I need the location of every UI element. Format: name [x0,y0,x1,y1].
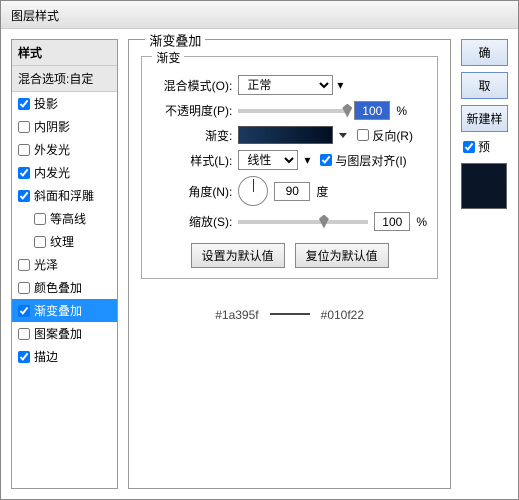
new-style-button[interactable]: 新建样 [461,105,508,132]
align-checkbox[interactable]: 与图层对齐(I) [320,152,406,169]
style-checkbox[interactable] [18,328,30,340]
opacity-label: 不透明度(P): [152,102,232,119]
style-label: 图案叠加 [34,325,82,342]
gradient-hex-note: #1a395f #010f22 [141,303,438,324]
style-item-5[interactable]: 等高线 [12,207,117,230]
style-checkbox[interactable] [18,98,30,110]
style-item-4[interactable]: 斜面和浮雕 [12,184,117,207]
percent-label: % [396,104,407,118]
blend-mode-select[interactable]: 正常 [238,75,333,95]
style-checkbox[interactable] [18,259,30,271]
style-item-8[interactable]: 颜色叠加 [12,276,117,299]
chevron-down-icon[interactable] [339,133,347,138]
style-checkbox[interactable] [18,351,30,363]
blending-options-row[interactable]: 混合选项:自定 [12,66,117,92]
opacity-input[interactable] [354,101,390,120]
layer-style-dialog: 图层样式 样式 混合选项:自定 投影内阴影外发光内发光斜面和浮雕等高线纹理光泽颜… [0,0,519,500]
titlebar[interactable]: 图层样式 [1,1,518,29]
line-icon [270,313,310,315]
gradient-overlay-panel: 渐变叠加 渐变 混合模式(O): 正常 ▾ 不透明度(P): % 渐变: [128,39,451,489]
style-item-7[interactable]: 光泽 [12,253,117,276]
group-title: 渐变 [152,49,184,66]
cancel-button[interactable]: 取 [461,72,508,99]
style-label: 等高线 [50,210,86,227]
styles-list-panel: 样式 混合选项:自定 投影内阴影外发光内发光斜面和浮雕等高线纹理光泽颜色叠加渐变… [11,39,118,489]
angle-input[interactable] [274,182,310,201]
style-label: 斜面和浮雕 [34,187,94,204]
gradient-preview[interactable] [238,126,333,144]
style-label: 颜色叠加 [34,279,82,296]
style-item-11[interactable]: 描边 [12,345,117,368]
preview-check-input[interactable] [463,141,475,153]
scale-slider[interactable] [238,220,368,224]
styles-header: 样式 [12,40,117,66]
chevron-down-icon[interactable]: ▾ [304,153,310,167]
style-checkbox[interactable] [18,144,30,156]
reverse-check-input[interactable] [357,129,369,141]
dialog-content: 样式 混合选项:自定 投影内阴影外发光内发光斜面和浮雕等高线纹理光泽颜色叠加渐变… [1,29,518,499]
hex-1: #1a395f [215,308,258,322]
style-label: 投影 [34,95,58,112]
style-label: 光泽 [34,256,58,273]
angle-label: 角度(N): [152,183,232,200]
gradient-style-select[interactable]: 线性 [238,150,298,170]
style-item-0[interactable]: 投影 [12,92,117,115]
style-item-10[interactable]: 图案叠加 [12,322,117,345]
gradient-group: 渐变 混合模式(O): 正常 ▾ 不透明度(P): % 渐变: [141,56,438,279]
style-checkbox[interactable] [34,213,46,225]
dialog-buttons: 确 取 新建样 预 [461,39,508,489]
reset-default-button[interactable]: 复位为默认值 [295,243,389,268]
hex-2: #010f22 [321,308,364,322]
angle-dial[interactable] [238,176,268,206]
style-checkbox[interactable] [18,305,30,317]
preview-checkbox[interactable]: 预 [463,138,508,155]
style-item-2[interactable]: 外发光 [12,138,117,161]
scale-input[interactable] [374,212,410,231]
ok-button[interactable]: 确 [461,39,508,66]
style-item-9[interactable]: 渐变叠加 [12,299,117,322]
opacity-slider[interactable] [238,109,348,113]
style-item-6[interactable]: 纹理 [12,230,117,253]
style-checkbox[interactable] [18,167,30,179]
style-label: 渐变叠加 [34,302,82,319]
style-item-1[interactable]: 内阴影 [12,115,117,138]
style-label: 纹理 [50,233,74,250]
style-label: 内阴影 [34,118,70,135]
style-checkbox[interactable] [18,190,30,202]
scale-label: 缩放(S): [152,213,232,230]
set-default-button[interactable]: 设置为默认值 [191,243,285,268]
chevron-down-icon[interactable]: ▾ [337,78,343,92]
percent-label: % [416,215,427,229]
align-check-input[interactable] [320,154,332,166]
style-item-3[interactable]: 内发光 [12,161,117,184]
preview-swatch [461,163,507,209]
panel-title: 渐变叠加 [145,31,205,50]
style-label: 描边 [34,348,58,365]
reverse-checkbox[interactable]: 反向(R) [357,127,413,144]
window-title: 图层样式 [11,9,59,23]
degree-label: 度 [316,183,328,200]
style-label: 内发光 [34,164,70,181]
blend-mode-label: 混合模式(O): [152,77,232,94]
style-checkbox[interactable] [18,282,30,294]
gradient-label: 渐变: [152,127,232,144]
style-label: 样式(L): [152,152,232,169]
style-checkbox[interactable] [18,121,30,133]
style-checkbox[interactable] [34,236,46,248]
style-label: 外发光 [34,141,70,158]
